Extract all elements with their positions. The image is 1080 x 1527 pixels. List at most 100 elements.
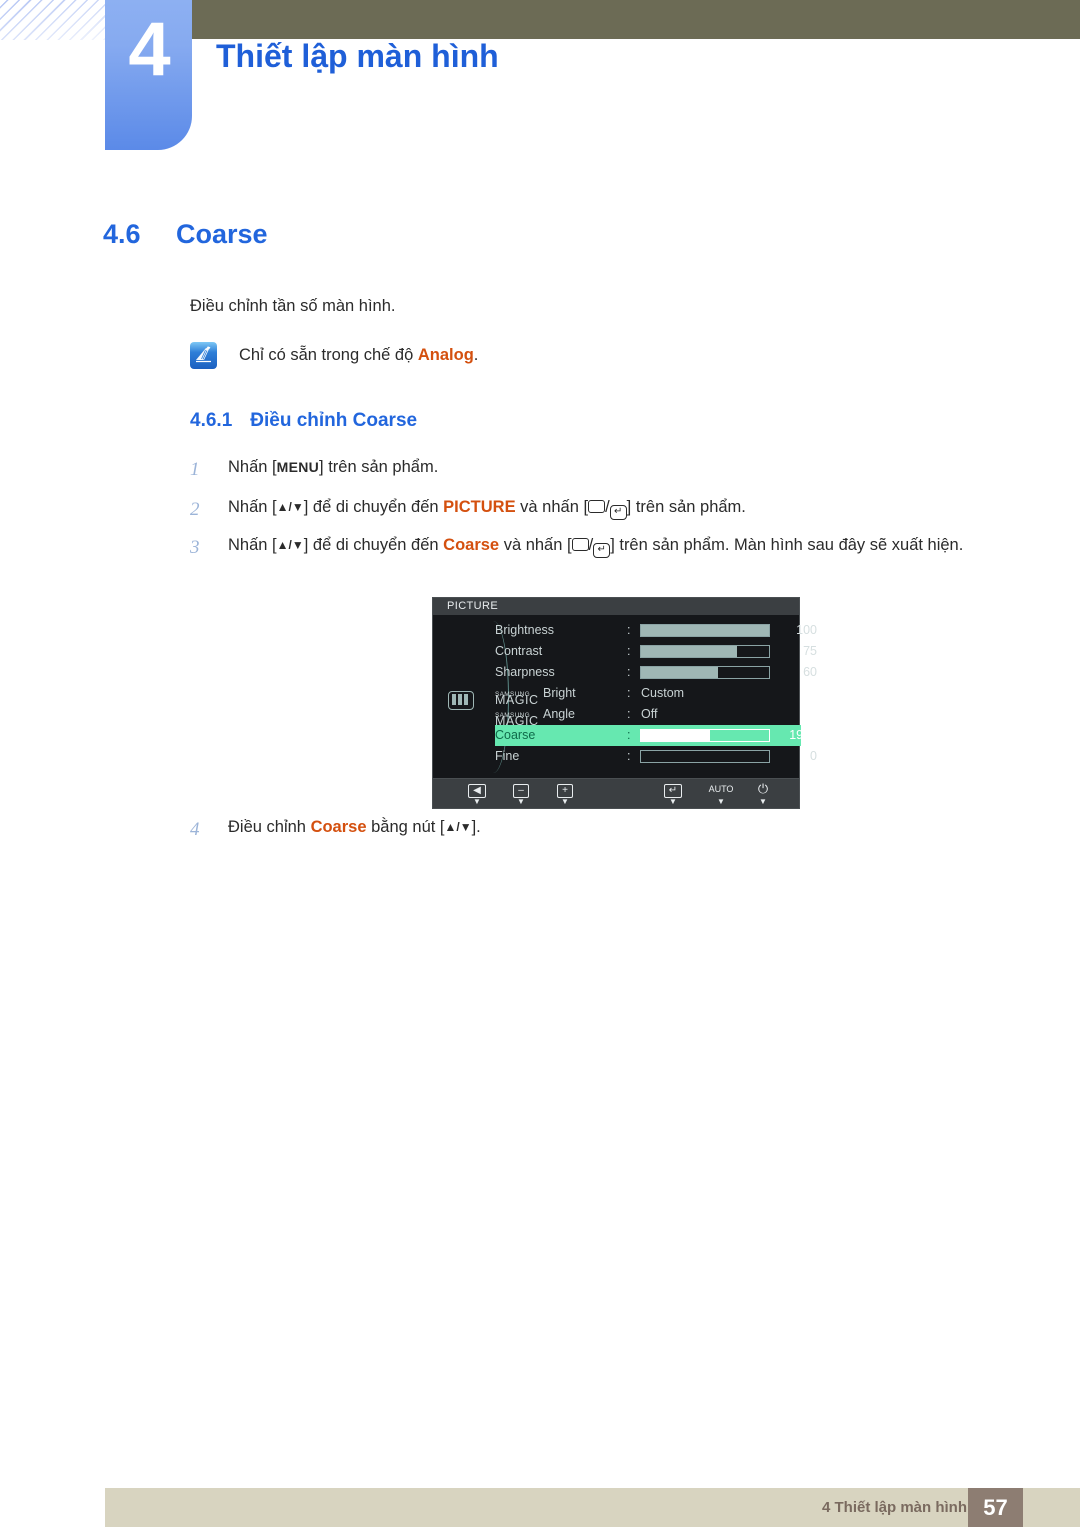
- step-index: 4: [190, 819, 200, 840]
- osd-menu-rows: Brightness:100 Contrast:75 Sharpness:60 SAM…: [495, 620, 817, 767]
- osd-row-label: SAMSUNG MAGIC Angle: [495, 704, 575, 728]
- step-text-run: ].: [471, 818, 481, 836]
- osd-menu-row[interactable]: Contrast: 75: [495, 641, 817, 662]
- osd-slider[interactable]: [640, 666, 770, 679]
- plus-icon[interactable]: + ▼: [549, 782, 581, 806]
- step-text: Nhấn [MENU] trên sản phẩm.: [228, 455, 1020, 481]
- source-button-icon: [588, 500, 606, 513]
- auto-icon[interactable]: AUTO ▼: [705, 782, 737, 806]
- osd-menu-row[interactable]: SAMSUNG MAGIC Angle: Off: [495, 704, 801, 728]
- osd-screenshot: PICTURE Brightness: 100 Contrast: 75 Sharpne…: [432, 597, 817, 809]
- enter-button-icon: ↵: [609, 505, 627, 520]
- osd-button-down-indicator: ▼: [669, 797, 677, 806]
- osd-slider-value: 100: [796, 623, 817, 637]
- osd-slider-value: 75: [803, 644, 817, 658]
- step-item: 4 Điều chỉnh Coarse bằng nút [▲/▼].: [190, 815, 1020, 841]
- osd-button-glyph-wrap: +: [549, 782, 581, 798]
- osd-slider-value: 60: [803, 665, 817, 679]
- enter-icon[interactable]: ↵ ▼: [657, 782, 689, 806]
- osd-menu-row[interactable]: Fine: 0: [495, 746, 817, 767]
- subsection-heading: 4.6.1 Điều chỉnh Coarse: [190, 410, 417, 432]
- osd-button-glyph-wrap: ◀: [461, 782, 493, 798]
- updown-arrow-icon: ▲/▼: [444, 820, 472, 834]
- power-icon[interactable]: ⏻ ▼: [747, 782, 779, 807]
- section-intro-text: Điều chỉnh tần số màn hình.: [190, 297, 396, 315]
- osd-row-separator: :: [627, 728, 631, 742]
- osd-slider[interactable]: [640, 645, 770, 658]
- osd-button-glyph-wrap: –: [505, 782, 537, 798]
- osd-slider-value: 0: [810, 749, 817, 763]
- osd-row-separator: :: [627, 749, 631, 763]
- pen-glyph: [196, 346, 211, 363]
- osd-button-glyph: +: [557, 784, 573, 798]
- step-text-run: và nhấn [: [515, 498, 589, 516]
- step-text-run: Nhấn [: [228, 458, 277, 476]
- osd-row-label: Fine: [495, 749, 520, 763]
- osd-row-separator: :: [627, 623, 631, 637]
- osd-button-glyph: –: [513, 784, 529, 798]
- step-index: 3: [190, 537, 200, 558]
- osd-slider-fill: [641, 730, 711, 741]
- enter-button-icon: ↵: [593, 543, 611, 558]
- step-text-run: ] để di chuyển đến: [303, 536, 444, 554]
- menu-key-label: MENU: [276, 459, 320, 475]
- section-number: 4.6: [103, 219, 141, 249]
- step-text: Điều chỉnh Coarse bằng nút [▲/▼].: [228, 815, 1020, 841]
- section-title: Coarse: [176, 219, 268, 249]
- osd-slider[interactable]: [640, 729, 770, 742]
- osd-slider-fill: [641, 667, 718, 678]
- pen-note-icon: [190, 342, 217, 369]
- osd-button-down-indicator: ▼: [517, 797, 525, 806]
- note-block: Chỉ có sẵn trong chế độ Analog.: [190, 342, 478, 369]
- osd-slider-value: 1936: [789, 728, 817, 742]
- page-number: 57: [983, 1495, 1008, 1520]
- osd-button-down-indicator: ▼: [717, 797, 725, 806]
- minus-icon[interactable]: – ▼: [505, 782, 537, 806]
- updown-arrow-icon: ▲/▼: [276, 538, 304, 552]
- osd-row-label: Brightness: [495, 623, 555, 637]
- osd-row-value: Custom: [641, 686, 685, 700]
- step-highlight-term: PICTURE: [443, 498, 516, 516]
- step-highlight-term: Coarse: [443, 536, 500, 554]
- osd-body: Brightness:100 Contrast:75 Sharpness:60 SAM…: [433, 615, 817, 779]
- osd-row-label: SAMSUNG MAGIC Bright: [495, 683, 576, 707]
- step-item: 2 Nhấn [▲/▼] để di chuyển đến PICTURE và …: [190, 495, 1020, 521]
- step-item: 1 Nhấn [MENU] trên sản phẩm.: [190, 455, 1020, 481]
- step-index: 1: [190, 459, 200, 480]
- samsung-magic-logo: SAMSUNG MAGIC: [495, 683, 541, 707]
- step-text-run: Điều chỉnh: [228, 818, 311, 836]
- step-text-run: ] trên sản phẩm. Màn hình sau đây sẽ xuấ…: [610, 536, 964, 554]
- osd-slider[interactable]: [640, 624, 770, 637]
- step-text-run: ] trên sản phẩm.: [626, 498, 746, 516]
- note-text: Chỉ có sẵn trong chế độ Analog.: [239, 346, 478, 365]
- step-text-run: ] để di chuyển đến: [303, 498, 444, 516]
- step-text-run: /: [605, 498, 610, 516]
- osd-button-down-indicator: ▼: [759, 797, 767, 806]
- step-text-run: Nhấn [: [228, 498, 277, 516]
- note-text-before: Chỉ có sẵn trong chế độ: [239, 346, 418, 364]
- osd-title-bar: PICTURE: [433, 598, 799, 615]
- osd-button-glyph: ◀: [468, 784, 486, 798]
- osd-menu-row[interactable]: Brightness: 100: [495, 620, 817, 641]
- osd-slider[interactable]: [640, 750, 770, 763]
- step-text-run: ] trên sản phẩm.: [319, 458, 439, 476]
- osd-row-label: Coarse: [495, 728, 536, 742]
- step-text-run: bằng nút [: [366, 818, 445, 836]
- chapter-number-tab: 4: [105, 0, 192, 150]
- picture-bars-icon: [448, 691, 474, 710]
- step-highlight-term: Coarse: [310, 818, 367, 836]
- subsection-title: Điều chỉnh Coarse: [250, 410, 418, 431]
- subsection-number: 4.6.1: [190, 410, 233, 431]
- step-text: Nhấn [▲/▼] để di chuyển đến Coarse và nh…: [228, 533, 1020, 559]
- osd-slider-fill: [641, 646, 737, 657]
- step-text-run: và nhấn [: [499, 536, 572, 554]
- updown-arrow-icon: ▲/▼: [276, 500, 304, 514]
- osd-row-label: Contrast: [495, 644, 543, 658]
- osd-menu-row[interactable]: Sharpness: 60: [495, 662, 817, 683]
- page-number-box: 57: [968, 1488, 1023, 1527]
- step-text-run: Nhấn [: [228, 536, 277, 554]
- osd-row-separator: :: [627, 686, 631, 700]
- osd-menu-row[interactable]: SAMSUNG MAGIC Bright: Custom: [495, 683, 801, 707]
- back-arrow-icon[interactable]: ◀ ▼: [461, 782, 493, 806]
- osd-menu-row[interactable]: Coarse: 1936: [495, 725, 817, 746]
